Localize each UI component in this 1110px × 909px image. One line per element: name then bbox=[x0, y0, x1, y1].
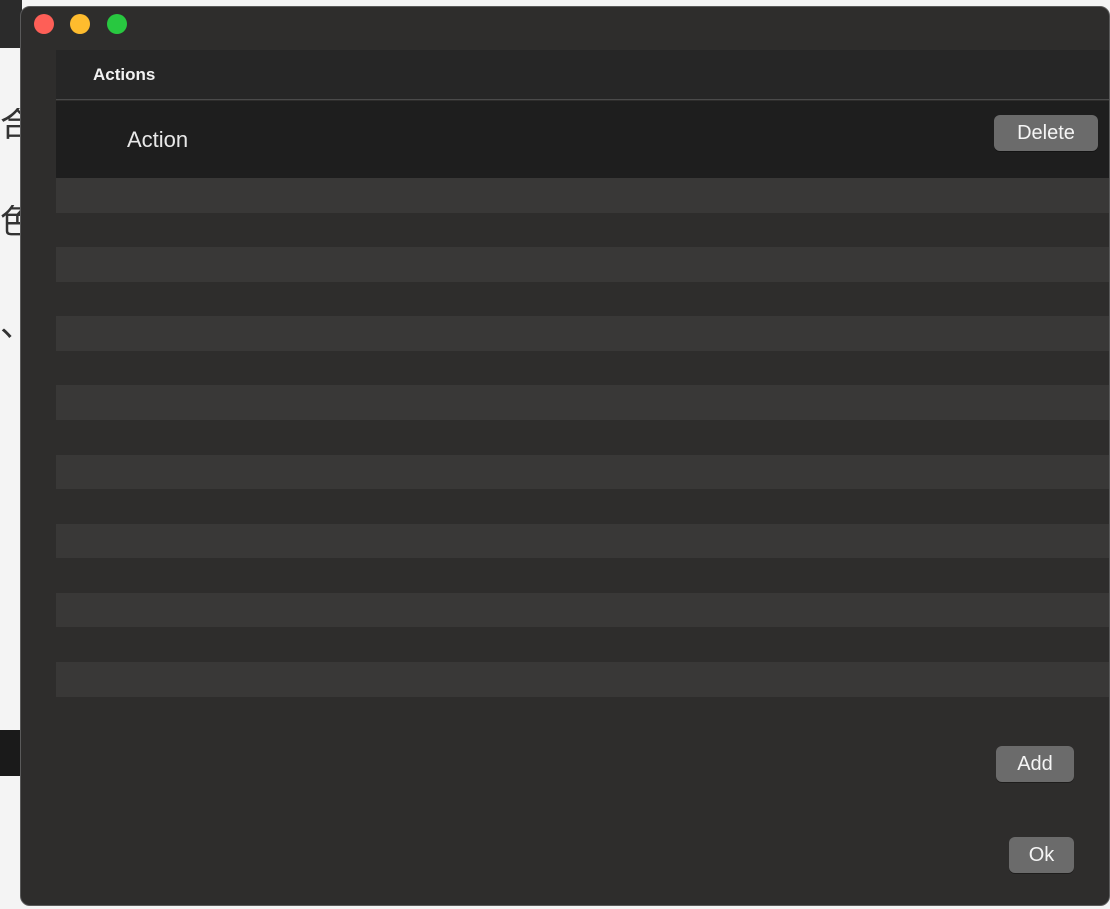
empty-row bbox=[56, 627, 1109, 662]
empty-row bbox=[56, 316, 1109, 351]
actions-table: Actions Action Delete bbox=[56, 50, 1109, 700]
empty-row bbox=[56, 178, 1109, 213]
empty-row bbox=[56, 558, 1109, 593]
empty-row bbox=[56, 455, 1109, 490]
minimize-icon[interactable] bbox=[70, 14, 90, 34]
empty-row bbox=[56, 385, 1109, 420]
zoom-icon[interactable] bbox=[107, 14, 127, 34]
add-button[interactable]: Add bbox=[996, 746, 1074, 782]
empty-row bbox=[56, 282, 1109, 317]
empty-row bbox=[56, 351, 1109, 386]
table-header: Actions bbox=[56, 50, 1109, 100]
table-row[interactable]: Action Delete bbox=[56, 101, 1109, 178]
background-text-char: 、 bbox=[0, 308, 20, 342]
background-window-edge bbox=[0, 0, 22, 48]
empty-row bbox=[56, 420, 1109, 455]
delete-button[interactable]: Delete bbox=[994, 115, 1098, 151]
ok-button[interactable]: Ok bbox=[1009, 837, 1074, 873]
background-window-edge bbox=[0, 730, 22, 776]
background-text-char: 合 bbox=[0, 108, 20, 142]
empty-row bbox=[56, 593, 1109, 628]
empty-row bbox=[56, 524, 1109, 559]
empty-row bbox=[56, 662, 1109, 697]
empty-row bbox=[56, 489, 1109, 524]
background-text-char: 色 bbox=[0, 205, 20, 239]
action-name: Action bbox=[127, 127, 189, 152]
close-icon[interactable] bbox=[34, 14, 54, 34]
empty-row bbox=[56, 247, 1109, 282]
actions-dialog-window: Actions Action Delete Add Ok bbox=[20, 6, 1110, 906]
empty-row bbox=[56, 213, 1109, 248]
column-header-actions[interactable]: Actions bbox=[93, 65, 155, 85]
